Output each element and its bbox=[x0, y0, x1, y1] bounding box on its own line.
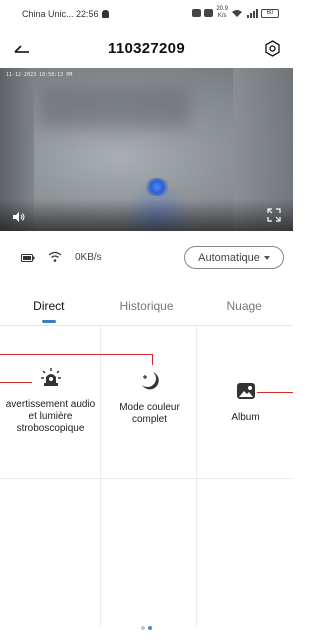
tab-direct[interactable]: Direct bbox=[0, 290, 98, 324]
annotation-line bbox=[152, 354, 153, 365]
carrier-time: China Unic... 22:56 bbox=[22, 9, 99, 19]
album-label: Album bbox=[231, 412, 260, 423]
dropdown-arrow-icon bbox=[263, 255, 270, 260]
video-feed[interactable]: 11-12-2023 10:58:13 PM bbox=[0, 68, 293, 231]
video-overlay bbox=[0, 199, 293, 231]
net-speed: 20.9 K/s bbox=[216, 6, 228, 20]
settings-icon[interactable] bbox=[264, 40, 281, 57]
full-color-mode-label: Mode couleur complet bbox=[119, 402, 180, 425]
tab-bar: Direct Historique Nuage bbox=[0, 290, 293, 324]
signal-icon bbox=[247, 8, 258, 18]
stream-info-row: 0KB/s Automatique bbox=[0, 243, 293, 275]
annotation-line bbox=[0, 354, 152, 355]
annotation-line bbox=[257, 392, 293, 393]
image-icon bbox=[236, 383, 255, 399]
tab-nuage[interactable]: Nuage bbox=[195, 290, 293, 324]
page-title: 110327209 bbox=[108, 40, 185, 57]
fullscreen-icon[interactable] bbox=[267, 208, 281, 222]
notification-bell-icon bbox=[101, 10, 109, 18]
album-button[interactable]: Album bbox=[197, 380, 294, 424]
wifi-icon bbox=[48, 251, 62, 262]
siren-icon bbox=[40, 368, 61, 386]
siren-alert-label: avertissement audio et lumière strobosco… bbox=[5, 399, 96, 434]
video-scene bbox=[144, 178, 170, 196]
siren-alert-button[interactable]: avertissement audio et lumière strobosco… bbox=[2, 367, 99, 435]
vibrate-icon bbox=[192, 9, 202, 17]
net-speed-value: 20.9 bbox=[216, 6, 228, 12]
video-timestamp: 11-12-2023 10:58:13 PM bbox=[6, 72, 73, 78]
page-dot-active bbox=[148, 626, 152, 630]
moon-icon bbox=[141, 372, 159, 390]
net-speed-unit: K/s bbox=[217, 13, 227, 19]
tab-label: Nuage bbox=[226, 299, 262, 313]
annotation-line bbox=[0, 382, 32, 383]
tab-label: Historique bbox=[119, 299, 174, 313]
video-scene bbox=[40, 88, 190, 128]
battery-status: 60 bbox=[261, 8, 279, 18]
feature-grid: avertissement audio et lumière strobosco… bbox=[0, 326, 293, 626]
page-indicator bbox=[141, 626, 152, 630]
stream-speed: 0KB/s bbox=[75, 252, 102, 263]
header: 110327209 bbox=[0, 30, 293, 68]
battery-icon bbox=[21, 254, 35, 262]
status-bar: China Unic... 22:56 20.9 K/s 60 bbox=[0, 0, 293, 30]
tab-historique[interactable]: Historique bbox=[98, 290, 196, 324]
quality-select[interactable]: Automatique bbox=[184, 246, 284, 269]
status-left: China Unic... 22:56 bbox=[22, 9, 109, 19]
status-right: 20.9 K/s 60 bbox=[192, 6, 279, 20]
active-tab-indicator bbox=[41, 320, 56, 323]
speaker-icon[interactable] bbox=[12, 211, 26, 223]
wifi-status-icon bbox=[232, 9, 242, 17]
page-dot bbox=[141, 626, 145, 630]
nfc-icon bbox=[204, 9, 214, 17]
grid-divider bbox=[0, 478, 293, 479]
full-color-mode-button[interactable]: Mode couleur complet bbox=[101, 370, 198, 426]
quality-value: Automatique bbox=[198, 251, 260, 264]
tab-label: Direct bbox=[33, 299, 65, 313]
